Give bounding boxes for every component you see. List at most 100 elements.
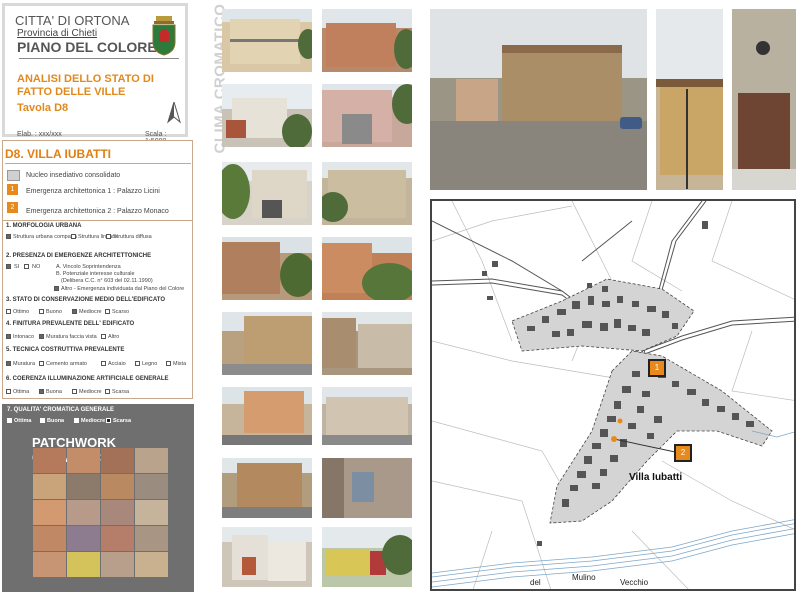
section-title: 6. COERENZA ILLUMINAZIONE ARTIFICIALE GE… xyxy=(6,376,169,382)
color-patch xyxy=(67,500,100,525)
checkbox xyxy=(54,286,59,291)
building-photo xyxy=(222,237,312,300)
divider xyxy=(5,163,191,164)
option-label: Ottimo xyxy=(13,309,30,315)
building-photo xyxy=(322,527,412,587)
checkbox xyxy=(40,418,45,423)
color-patch xyxy=(33,448,66,473)
option-label: Ottima xyxy=(13,389,30,395)
north-arrow-icon xyxy=(167,102,181,124)
checkbox xyxy=(6,234,11,239)
option-label: Buona xyxy=(46,389,62,395)
checkbox xyxy=(166,361,171,366)
checkbox xyxy=(39,361,44,366)
checkbox xyxy=(6,361,11,366)
legend-item-label: Nucleo insediativo consolidato xyxy=(26,172,121,179)
option-label: Struttura urbana compatta xyxy=(13,234,77,240)
marker-2-swatch: 2 xyxy=(7,202,18,213)
option-label: Struttura lineare xyxy=(78,234,118,240)
analysis-title: ANALISI DELLO STATO DI FATTO DELLE VILLE xyxy=(17,73,154,98)
option-label: Altro xyxy=(108,334,120,340)
checkbox xyxy=(101,334,106,339)
color-patch xyxy=(135,500,168,525)
note-line: B. Potenziale interesse culturale xyxy=(56,271,135,277)
checkbox xyxy=(6,334,11,339)
color-patch xyxy=(135,474,168,499)
color-patch xyxy=(135,552,168,577)
checkbox xyxy=(72,389,77,394)
patchwork-grid xyxy=(33,448,168,582)
option-label: Intonaco xyxy=(13,334,35,340)
divider xyxy=(3,220,192,221)
map-marker-2: 2 xyxy=(674,444,692,462)
option-label: Muratura faccia vista xyxy=(46,334,97,340)
option-label: Buono xyxy=(46,309,62,315)
checkbox xyxy=(106,418,111,423)
checkbox xyxy=(6,309,11,314)
section-title: 5. TECNICA COSTRUTTIVA PREVALENTE xyxy=(6,347,125,353)
checkbox xyxy=(101,361,106,366)
building-photo xyxy=(322,237,412,300)
option-label: Mediocre xyxy=(79,389,102,395)
river-label: Vecchio xyxy=(620,578,649,587)
color-patch xyxy=(101,474,134,499)
checkbox xyxy=(135,361,140,366)
marker-1-swatch: 1 xyxy=(7,184,18,195)
option-label: Struttura diffusa xyxy=(113,234,152,240)
section-title: 2. PRESENZA DI EMERGENZE ARCHITETTONICHE xyxy=(6,253,152,259)
quality-title: 7. QUALITA' CROMATICA GENERALE xyxy=(7,407,114,413)
color-patch xyxy=(33,552,66,577)
checkbox xyxy=(7,418,12,423)
color-patch xyxy=(33,474,66,499)
building-photo xyxy=(222,9,312,72)
option-label: Scarso xyxy=(112,309,130,315)
color-patch xyxy=(33,526,66,551)
building-photo xyxy=(322,387,412,445)
option-label: Acciaio xyxy=(108,361,126,367)
legend-panel: D8. VILLA IUBATTI Nucleo insediativo con… xyxy=(2,140,193,399)
checkbox xyxy=(6,389,11,394)
checkbox xyxy=(39,389,44,394)
building-photo xyxy=(322,458,412,518)
checkbox xyxy=(105,389,110,394)
settlement-swatch xyxy=(7,170,20,181)
color-patch xyxy=(67,474,100,499)
option-label: Muratura xyxy=(13,361,36,367)
map-drawing xyxy=(432,201,794,589)
legend-item-label: Emergenza architettonica 1 : Palazzo Lic… xyxy=(26,188,160,195)
option-label: Scarsa xyxy=(112,389,130,395)
color-patch xyxy=(101,552,134,577)
river-label: del xyxy=(530,578,541,587)
building-photo xyxy=(322,9,412,72)
legend-title: D8. VILLA IUBATTI xyxy=(5,147,111,161)
building-photo xyxy=(222,527,312,587)
building-photo xyxy=(322,84,412,147)
building-photo xyxy=(222,387,312,445)
color-patch xyxy=(101,448,134,473)
option-label: Legno xyxy=(142,361,158,367)
square-photo xyxy=(430,9,647,190)
river-label: Mulino xyxy=(572,573,596,582)
building-photo xyxy=(222,84,312,147)
checkbox xyxy=(71,234,76,239)
color-patch xyxy=(101,500,134,525)
option-label: SI xyxy=(14,264,20,270)
option-label: Mediocre xyxy=(79,309,102,315)
color-patch xyxy=(135,448,168,473)
option-label: Scarsa xyxy=(113,418,132,424)
color-patch xyxy=(33,500,66,525)
checkbox xyxy=(39,334,44,339)
checkbox xyxy=(24,264,29,269)
option-label: NO xyxy=(32,264,41,270)
legend-item-label: Emergenza architettonica 2 : Palazzo Mon… xyxy=(26,208,169,215)
elab-code: Elab. : xxx/xxx xyxy=(17,131,62,138)
checkbox xyxy=(6,264,11,269)
color-patch xyxy=(67,448,100,473)
checkbox xyxy=(105,309,110,314)
note-line: Altro - Emergenza individuata dal Piano … xyxy=(61,286,185,292)
section-title: 4. FINITURA PREVALENTE DELL' EDIFICATO xyxy=(6,321,135,327)
building-photo xyxy=(222,162,312,225)
building-photo xyxy=(322,312,412,375)
sheet-number: Tavola D8 xyxy=(17,102,69,114)
place-label: Villa Iubatti xyxy=(629,472,683,483)
